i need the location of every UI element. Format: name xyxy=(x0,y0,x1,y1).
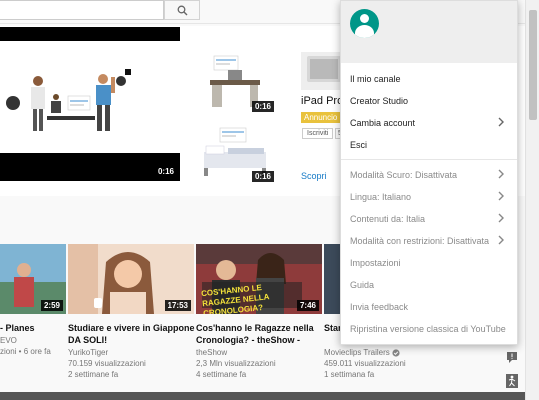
chevron-right-icon xyxy=(498,117,504,127)
video-age: 1 settimana fa xyxy=(324,370,375,379)
menu-item-location[interactable]: Contenuti da: Italia xyxy=(341,208,517,230)
ipad-illustration xyxy=(307,56,341,82)
duration-badge: 17:53 xyxy=(164,300,191,311)
feedback-icon[interactable] xyxy=(506,350,518,363)
verified-icon xyxy=(392,349,400,357)
ad-thumbnail-bed[interactable]: 0:16 xyxy=(198,126,274,182)
chevron-right-icon xyxy=(498,191,504,201)
video-title[interactable]: Cos'hanno le Ragazze nella xyxy=(196,322,314,334)
video-title[interactable]: Studiare e vivere in Giappone xyxy=(68,322,195,334)
menu-item-label: Contenuti da: Italia xyxy=(350,214,426,224)
menu-item-restricted-mode[interactable]: Modalità con restrizioni: Disattivata xyxy=(341,230,517,252)
video-views: zioni • 6 ore fa xyxy=(0,347,51,356)
discover-link[interactable]: Scopri xyxy=(301,171,327,181)
menu-item-label: Creator Studio xyxy=(350,96,409,106)
menu-item-label: Ripristina versione classica di YouTube xyxy=(350,324,506,334)
video-title[interactable]: Star xyxy=(324,322,342,334)
video-title-line2[interactable]: Cronologia? - theShow - xyxy=(196,334,300,346)
menu-item-dark-mode[interactable]: Modalità Scuro: Disattivata xyxy=(341,164,517,186)
ad-thumbnail-ipad[interactable] xyxy=(301,52,341,90)
ad-thumbnail-desk[interactable]: 0:16 xyxy=(198,52,274,112)
menu-item-settings[interactable]: Impostazioni xyxy=(341,252,517,274)
duration-badge: 0:16 xyxy=(251,101,274,112)
ad-video-frame xyxy=(0,41,180,153)
ad-title[interactable]: iPad Pro xyxy=(301,95,343,107)
menu-divider xyxy=(341,159,517,160)
search-icon xyxy=(177,5,187,15)
menu-item-label: Esci xyxy=(350,140,368,150)
menu-item-label: Guida xyxy=(350,280,375,290)
video-title-line2[interactable]: DA SOLI! xyxy=(68,334,107,346)
video-channel-label: Movieclips Trailers xyxy=(324,348,390,357)
video-age: 4 settimane fa xyxy=(196,370,247,379)
ad-video-player[interactable]: 0:16 xyxy=(0,27,180,181)
video-thumbnail[interactable]: 2:59 xyxy=(0,244,66,314)
menu-item-restore-classic[interactable]: Ripristina versione classica di YouTube xyxy=(341,318,517,340)
ad-badge: Annuncio xyxy=(301,112,341,123)
menu-item-switch-account[interactable]: Cambia account xyxy=(341,112,517,134)
duration-badge: 7:46 xyxy=(296,300,319,311)
menu-item-send-feedback[interactable]: Invia feedback xyxy=(341,296,517,318)
menu-item-label: Il mio canale xyxy=(350,74,401,84)
video-thumbnail[interactable]: 17:53 xyxy=(68,244,194,314)
account-header xyxy=(341,1,517,63)
duration-badge: 2:59 xyxy=(40,300,63,311)
menu-item-sign-out[interactable]: Esci xyxy=(341,134,517,156)
search-input[interactable] xyxy=(0,0,164,20)
menu-item-my-channel[interactable]: Il mio canale xyxy=(341,68,517,90)
menu-item-language[interactable]: Lingua: Italiano xyxy=(341,186,517,208)
search-button[interactable] xyxy=(164,0,200,20)
account-menu: Il mio canale Creator Studio Cambia acco… xyxy=(340,0,518,345)
duration-badge: 0:16 xyxy=(251,171,274,182)
menu-item-creator-studio[interactable]: Creator Studio xyxy=(341,90,517,112)
menu-item-label: Impostazioni xyxy=(350,258,401,268)
subscribe-button[interactable]: Iscriviti xyxy=(302,128,334,139)
subscribe-label: Iscriviti xyxy=(307,130,329,137)
menu-item-label: Modalità Scuro: Disattivata xyxy=(350,170,458,180)
duration-badge: 0:16 xyxy=(154,166,177,177)
menu-item-label: Modalità con restrizioni: Disattivata xyxy=(350,236,490,246)
menu-item-help[interactable]: Guida xyxy=(341,274,517,296)
menu-item-label: Lingua: Italiano xyxy=(350,192,412,202)
accessibility-exit-icon[interactable] xyxy=(506,374,518,388)
video-age: 2 settimane fa xyxy=(68,370,119,379)
menu-item-label: Cambia account xyxy=(350,118,416,128)
chevron-right-icon xyxy=(498,213,504,223)
chevron-right-icon xyxy=(498,235,504,245)
next-row-thumbnails xyxy=(0,392,539,400)
video-title[interactable]: - Planes xyxy=(0,322,35,334)
avatar xyxy=(350,9,379,38)
menu-item-label: Invia feedback xyxy=(350,302,409,312)
page-scrollbar[interactable] xyxy=(525,0,539,400)
ad-video-illustration xyxy=(0,41,180,153)
scrollbar-thumb[interactable] xyxy=(529,10,537,120)
video-thumbnail[interactable]: COS'HANNO LE RAGAZZE NELLA CRONOLOGIA? 7… xyxy=(196,244,322,314)
chevron-right-icon xyxy=(498,169,504,179)
